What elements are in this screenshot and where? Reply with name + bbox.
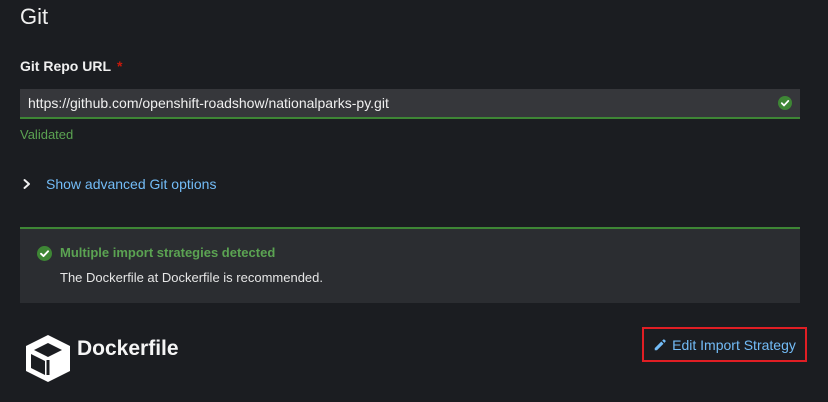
- pencil-icon: [654, 338, 666, 350]
- required-marker: *: [117, 58, 123, 74]
- edit-import-strategy-button[interactable]: Edit Import Strategy: [642, 327, 807, 362]
- git-repo-url-field: [20, 89, 800, 119]
- alert-title: Multiple import strategies detected: [60, 245, 276, 260]
- validation-helper-text: Validated: [20, 127, 74, 142]
- edit-import-strategy-label: Edit Import Strategy: [672, 336, 796, 353]
- git-repo-url-label-text: Git Repo URL: [20, 58, 111, 74]
- strategy-name: Dockerfile: [77, 337, 179, 360]
- check-circle-icon: [37, 246, 52, 261]
- show-advanced-git-options-toggle[interactable]: Show advanced Git options: [20, 176, 216, 192]
- show-advanced-git-options-label: Show advanced Git options: [46, 176, 217, 192]
- import-strategy-alert: Multiple import strategies detected The …: [20, 227, 800, 303]
- section-title: Git: [20, 4, 49, 29]
- chevron-right-icon: [23, 179, 30, 189]
- git-repo-url-label: Git Repo URL *: [20, 58, 122, 74]
- git-repo-url-input[interactable]: [20, 89, 768, 117]
- box-icon: [26, 335, 70, 382]
- check-circle-icon: [778, 96, 792, 110]
- alert-body: The Dockerfile at Dockerfile is recommen…: [60, 270, 323, 285]
